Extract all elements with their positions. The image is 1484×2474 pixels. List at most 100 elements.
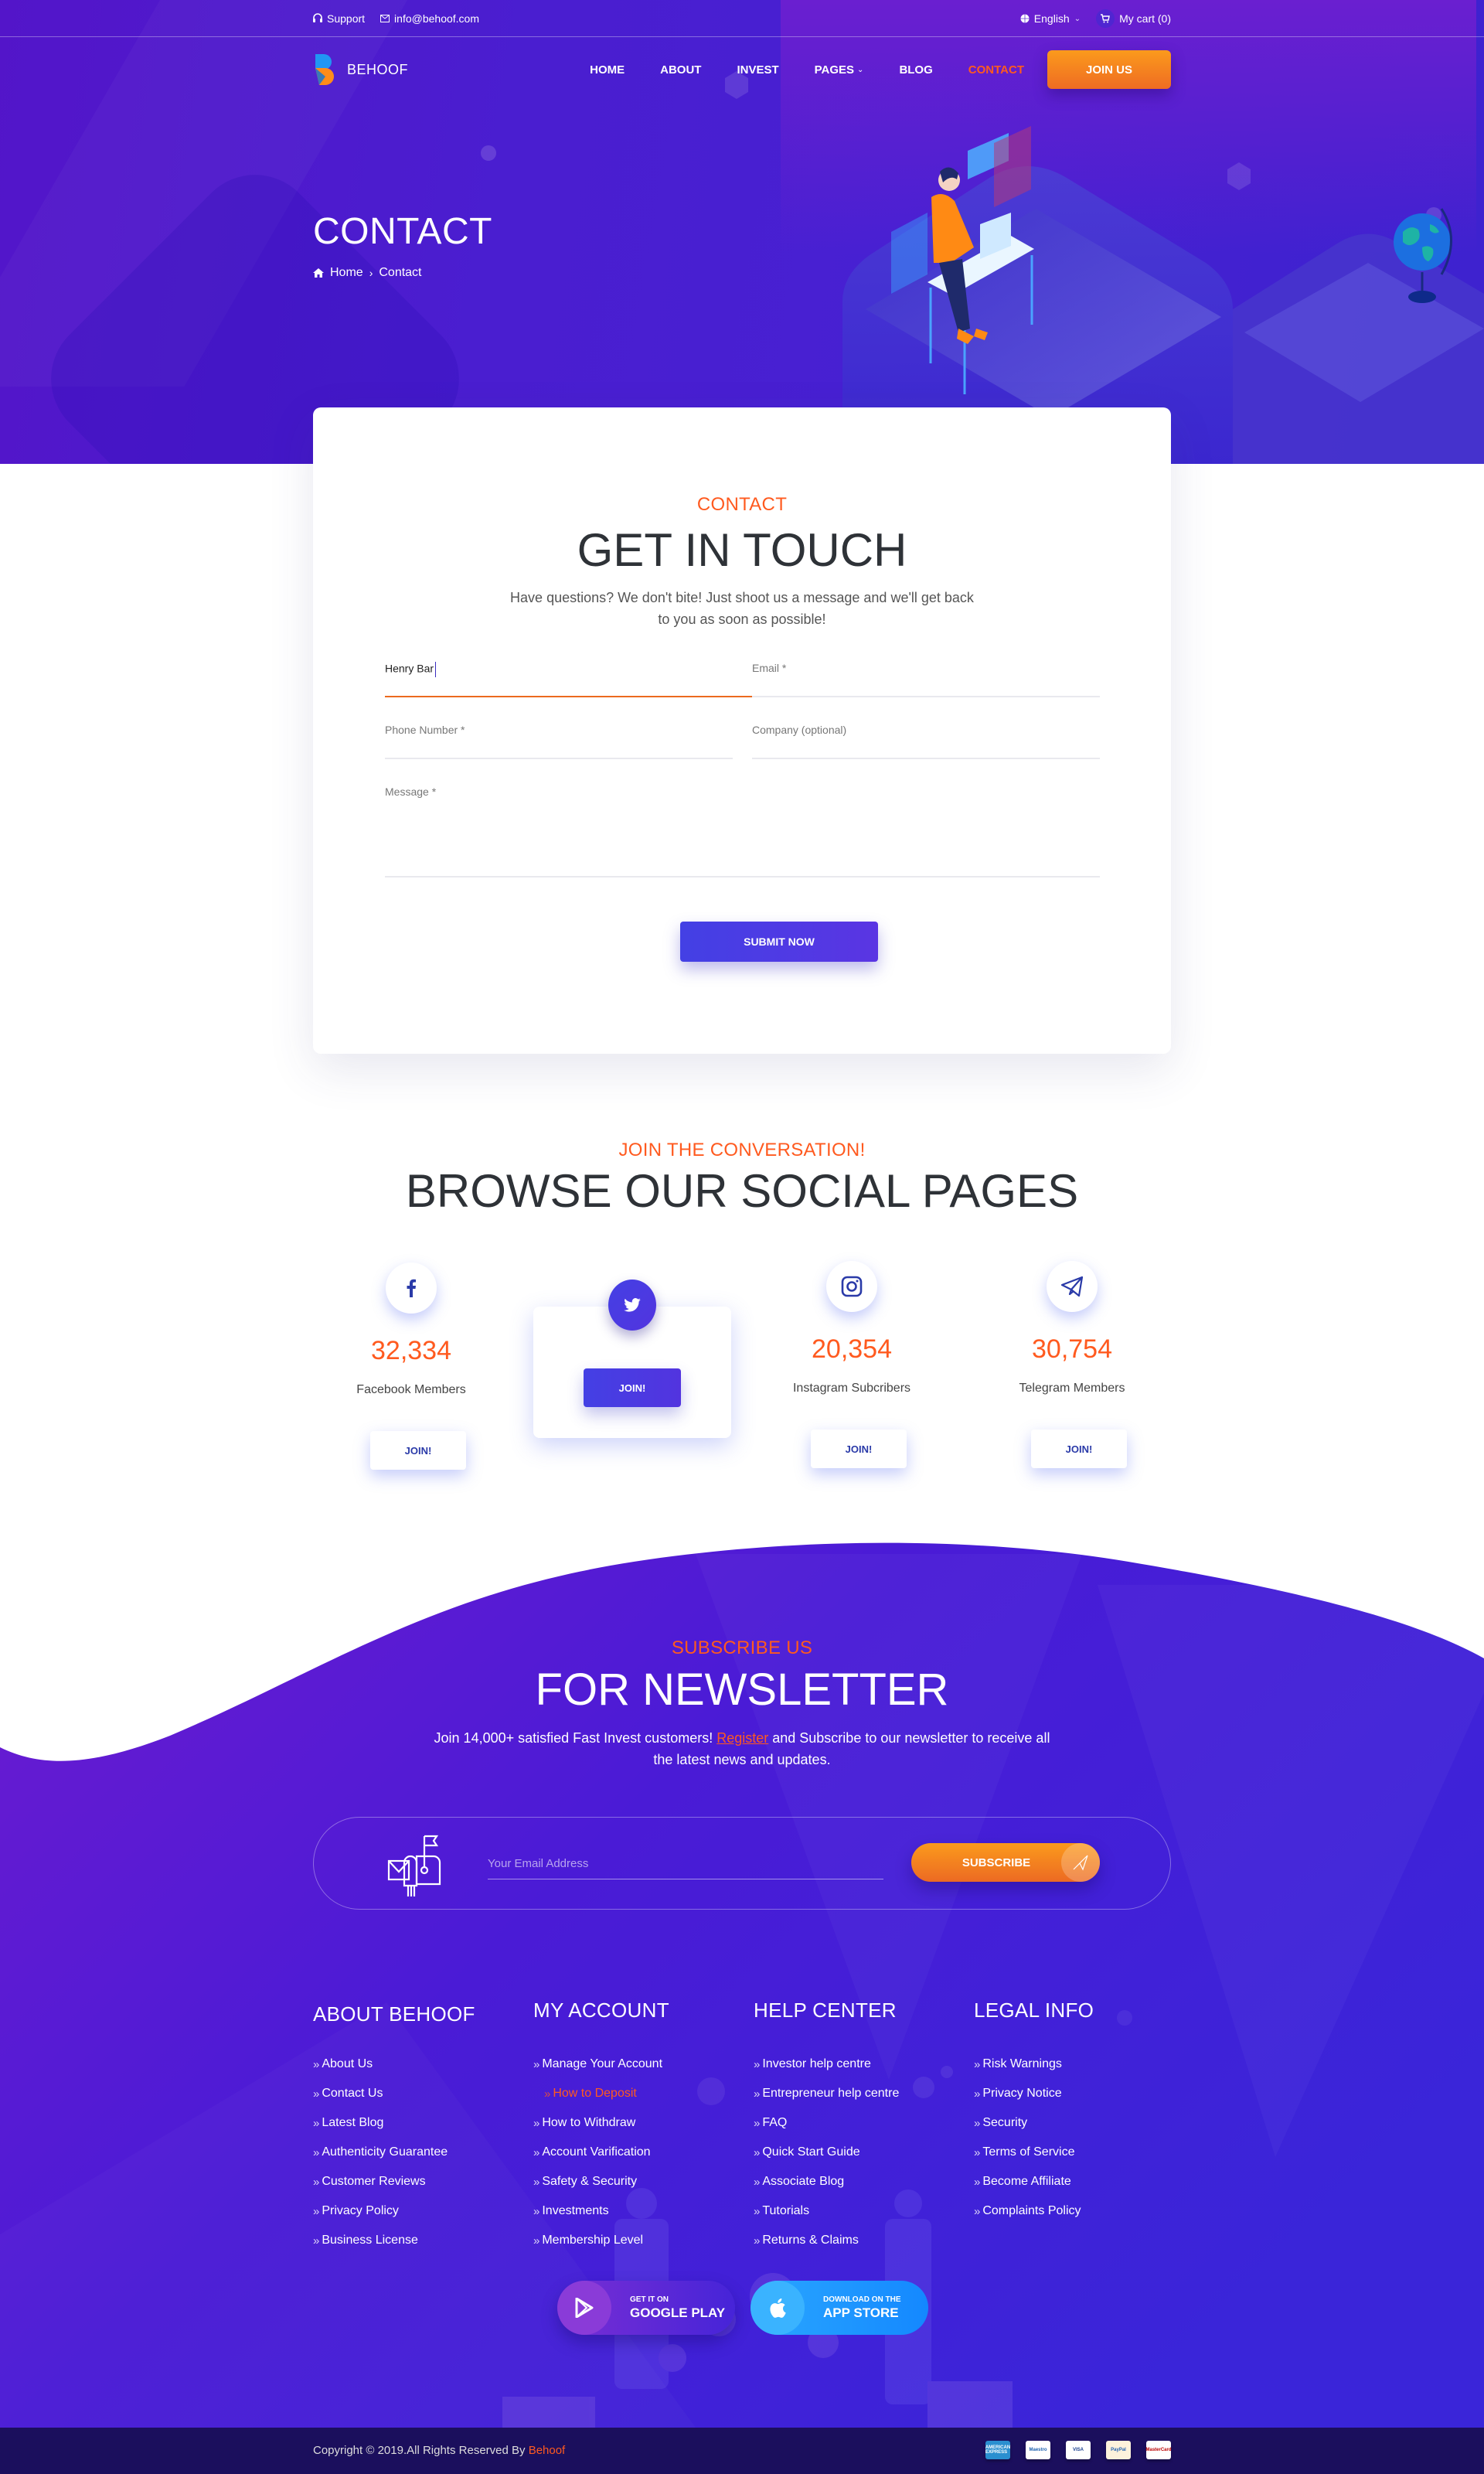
company-field[interactable]: Company (optional) xyxy=(752,713,1100,759)
nav-about[interactable]: ABOUT xyxy=(660,63,701,77)
breadcrumb-current: Contact xyxy=(379,266,422,279)
email-field[interactable]: Email * xyxy=(752,651,1100,697)
double-chevron-icon: » xyxy=(533,2175,540,2189)
social-title: BROWSE OUR SOCIAL PAGES xyxy=(405,1165,1079,1217)
message-field[interactable]: Message * xyxy=(385,775,1100,877)
payment-label: PayPal xyxy=(1111,2448,1126,2452)
language-label: English xyxy=(1033,12,1070,25)
footer-column-legal: LEGAL INFO » Risk Warnings » Privacy Notic… xyxy=(974,1999,1190,2226)
instagram-icon[interactable] xyxy=(826,1261,877,1312)
nav-blog[interactable]: BLOG xyxy=(899,63,932,77)
company-field-label: Company (optional) xyxy=(752,724,847,736)
register-link[interactable]: Register xyxy=(716,1730,768,1746)
footer-link-label: Quick Start Guide xyxy=(762,2145,860,2159)
name-field[interactable]: Henry Bar xyxy=(385,651,802,697)
footer-link[interactable]: » Complaints Policy xyxy=(974,2196,1190,2226)
footer-link[interactable]: » FAQ xyxy=(754,2108,970,2138)
home-icon xyxy=(313,268,324,278)
telegram-join-button[interactable]: JOIN! xyxy=(1031,1430,1127,1468)
footer-bottom-bar: Copyright © 2019.All Rights Reserved By … xyxy=(0,2428,1484,2474)
footer-link[interactable]: » Customer Reviews xyxy=(313,2167,529,2196)
telegram-count: 30,754 xyxy=(1032,1334,1112,1364)
double-chevron-icon: » xyxy=(974,2145,981,2159)
footer-link[interactable]: » How to Withdraw xyxy=(533,2108,750,2138)
chevron-down-icon: ⌄ xyxy=(857,65,864,74)
amex-card-icon: AMERICAN EXPRESS xyxy=(985,2441,1010,2459)
instagram-join-button[interactable]: JOIN! xyxy=(811,1430,907,1468)
footer-link[interactable]: » Privacy Policy xyxy=(313,2196,529,2226)
app-store-button[interactable]: DOWNLOAD ON THE APP STORE xyxy=(751,2281,928,2335)
visa-card-icon: VISA xyxy=(1066,2441,1091,2459)
phone-field[interactable]: Phone Number * xyxy=(385,713,733,759)
footer-link[interactable]: » Investments xyxy=(533,2196,750,2226)
footer-link[interactable]: » Returns & Claims xyxy=(754,2226,970,2255)
double-chevron-icon: » xyxy=(974,2175,981,2189)
brand-name: BEHOOF xyxy=(347,61,409,77)
footer-link[interactable]: » Contact Us xyxy=(313,2079,529,2108)
footer-link-active[interactable]: » How to Deposit xyxy=(533,2079,750,2108)
language-selector[interactable]: English ⌄ xyxy=(1020,12,1081,25)
nav-invest[interactable]: INVEST xyxy=(737,63,778,77)
footer-link[interactable]: » Tutorials xyxy=(754,2196,970,2226)
join-us-button[interactable]: JOIN US xyxy=(1047,50,1171,89)
footer-link-label: How to Withdraw xyxy=(542,2116,636,2129)
footer-link[interactable]: » Investor help centre xyxy=(754,2050,970,2079)
footer-link[interactable]: » Account Varification xyxy=(533,2138,750,2167)
envelope-icon xyxy=(380,15,390,22)
newsletter-email-input[interactable] xyxy=(488,1849,883,1879)
google-play-button[interactable]: GET IT ON GOOGLE PLAY xyxy=(557,2281,735,2335)
footer-link[interactable]: » Entrepreneur help centre xyxy=(754,2079,970,2108)
email-link[interactable]: info@behoof.com xyxy=(380,12,479,25)
facebook-join-button[interactable]: JOIN! xyxy=(370,1431,466,1470)
nav-pages[interactable]: PAGES ⌄ xyxy=(815,63,864,77)
breadcrumb-home[interactable]: Home xyxy=(330,266,363,280)
maestro-card-icon: Maestro xyxy=(1026,2441,1050,2459)
double-chevron-icon: » xyxy=(544,2087,551,2101)
cart-link[interactable]: My cart (0) xyxy=(1096,9,1171,28)
footer-link[interactable]: » Safety & Security xyxy=(533,2167,750,2196)
copyright-brand-link[interactable]: Behoof xyxy=(529,2444,566,2457)
nav-home[interactable]: HOME xyxy=(590,63,625,77)
twitter-icon[interactable] xyxy=(608,1280,656,1331)
footer-link[interactable]: » Membership Level xyxy=(533,2226,750,2255)
footer-link-label: Tutorials xyxy=(762,2204,810,2217)
twitter-join-button[interactable]: JOIN! xyxy=(584,1368,681,1407)
double-chevron-icon: » xyxy=(313,2175,320,2189)
double-chevron-icon: » xyxy=(533,2116,540,2130)
footer-link[interactable]: » Terms of Service xyxy=(974,2138,1190,2167)
double-chevron-icon: » xyxy=(533,2204,540,2218)
facebook-icon[interactable] xyxy=(386,1263,437,1314)
email-field-label: Email * xyxy=(752,662,787,674)
footer-link[interactable]: » Associate Blog xyxy=(754,2167,970,2196)
footer-link[interactable]: » Authenticity Guarantee xyxy=(313,2138,529,2167)
submit-button[interactable]: SUBMIT NOW xyxy=(680,922,878,962)
footer-link-label: Privacy Notice xyxy=(982,2087,1062,2100)
footer-link[interactable]: » Security xyxy=(974,2108,1190,2138)
nav-contact[interactable]: CONTACT xyxy=(968,63,1024,77)
footer-link-label: Associate Blog xyxy=(762,2175,845,2188)
footer-link[interactable]: » Quick Start Guide xyxy=(754,2138,970,2167)
footer-link-label: Risk Warnings xyxy=(982,2057,1062,2070)
double-chevron-icon: » xyxy=(754,2204,761,2218)
subscribe-button[interactable]: SUBSCRIBE xyxy=(911,1843,1100,1882)
brand-logo[interactable]: BEHOOF xyxy=(313,54,408,85)
footer-link-label: Safety & Security xyxy=(542,2175,638,2188)
footer-link[interactable]: » Privacy Notice xyxy=(974,2079,1190,2108)
main-navbar: BEHOOF HOME ABOUT INVEST PAGES ⌄ BLOG CON… xyxy=(313,49,1171,90)
contact-lead: Have questions? We don't bite! Just shoo… xyxy=(510,590,974,627)
support-link[interactable]: Support xyxy=(313,12,365,25)
cart-icon xyxy=(1096,9,1115,28)
footer-link[interactable]: » About Us xyxy=(313,2050,529,2079)
footer-link[interactable]: » Business License xyxy=(313,2226,529,2255)
footer-link-label: Business License xyxy=(322,2234,418,2247)
footer-link[interactable]: » Risk Warnings xyxy=(974,2050,1190,2079)
footer-link[interactable]: » Become Affiliate xyxy=(974,2167,1190,2196)
chevron-down-icon: ⌄ xyxy=(1074,14,1081,23)
paper-plane-icon[interactable] xyxy=(1047,1261,1098,1312)
footer-link[interactable]: » Latest Blog xyxy=(313,2108,529,2138)
footer-column-about: ABOUT BEHOOF » About Us » Contact Us » Late… xyxy=(313,2002,529,2255)
telegram-label: Telegram Members xyxy=(1019,1382,1125,1395)
footer-link-label: Manage Your Account xyxy=(542,2057,663,2070)
footer-link[interactable]: » Manage Your Account xyxy=(533,2050,750,2079)
double-chevron-icon: » xyxy=(313,2057,320,2071)
